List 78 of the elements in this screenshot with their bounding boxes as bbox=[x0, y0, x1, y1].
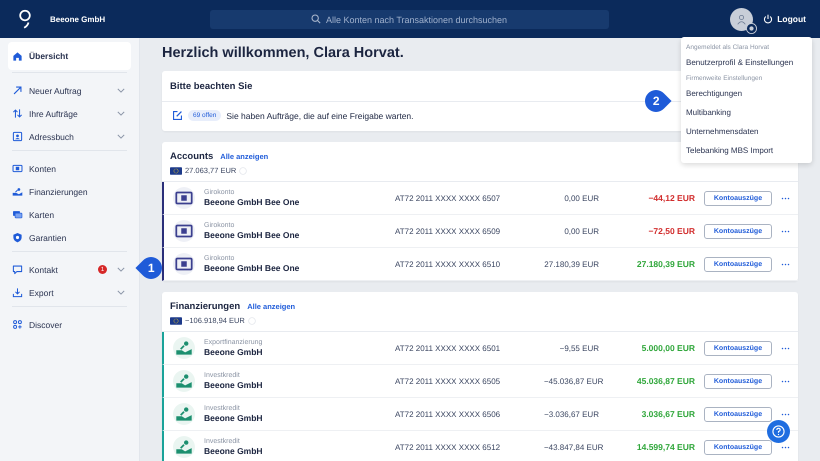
cards-icon bbox=[12, 209, 23, 220]
more-icon[interactable] bbox=[781, 262, 790, 266]
search-icon bbox=[311, 14, 321, 24]
nav-item[interactable]: Ihre Aufträge bbox=[8, 102, 131, 125]
menu-item[interactable]: Telebanking MBS Import bbox=[681, 141, 812, 160]
iban-text: AT72 2011 XXXX XXXX 6509 bbox=[395, 226, 502, 236]
balance-amount: −3.036,67 EUR bbox=[544, 410, 599, 418]
power-icon bbox=[763, 14, 774, 24]
more-icon[interactable] bbox=[781, 230, 790, 232]
more-icon[interactable] bbox=[781, 446, 790, 448]
account-name: Beeone GmbH bbox=[204, 380, 264, 390]
account-name: Beeone GmbH bbox=[204, 446, 264, 456]
logout-button[interactable]: Logout bbox=[763, 14, 806, 24]
iban-text: AT72 2011 XXXX XXXX 6505 bbox=[395, 376, 502, 386]
section-title: Finanzierungen bbox=[170, 301, 240, 312]
shield-icon bbox=[12, 232, 23, 243]
balance-amount: 0,00 EUR bbox=[563, 226, 599, 236]
download-icon bbox=[12, 287, 23, 298]
arrow-icon bbox=[12, 85, 23, 96]
menu-item[interactable]: Benutzerprofil & Einstellungen bbox=[681, 53, 812, 72]
account-name: Beeone GmbH Bee One bbox=[204, 230, 300, 240]
chat-bubble-icon bbox=[12, 264, 23, 275]
nav-item[interactable]: Konten bbox=[8, 157, 131, 180]
edit-icon bbox=[172, 110, 183, 121]
home-icon bbox=[12, 50, 23, 62]
more-icon[interactable] bbox=[781, 412, 790, 416]
iban-text: AT72 2011 XXXX XXXX 6512 bbox=[395, 442, 502, 452]
nav-item[interactable]: Export bbox=[8, 281, 131, 304]
apps-icon bbox=[12, 319, 23, 330]
banknote-icon bbox=[173, 220, 195, 242]
account-name: Beeone GmbH Bee One bbox=[204, 197, 300, 207]
available-amount: 14.599,74 EUR bbox=[636, 442, 695, 452]
available-amount: 45.036,87 EUR bbox=[636, 376, 695, 386]
iban-text: AT72 2011 XXXX XXXX 6506 bbox=[395, 410, 502, 418]
logo-icon bbox=[18, 8, 32, 30]
question-icon bbox=[772, 425, 785, 438]
available-amount: −72,50 EUR bbox=[647, 226, 695, 236]
iban-text: AT72 2011 XXXX XXXX 6510 bbox=[395, 260, 502, 268]
search-field[interactable]: Alle Konten nach Transaktionen durchsuchen bbox=[210, 10, 609, 29]
info-icon bbox=[239, 166, 248, 174]
nav-item[interactable]: Adressbuch bbox=[8, 125, 131, 148]
available-amount: 27.180,39 EUR bbox=[636, 259, 695, 269]
available-amount: −44,12 EUR bbox=[647, 193, 695, 203]
nav-item[interactable]: Discover bbox=[8, 313, 131, 336]
settings-icon bbox=[746, 22, 758, 34]
iban-text: AT72 2011 XXXX XXXX 6501 bbox=[395, 344, 502, 352]
menu-item[interactable]: Multibanking bbox=[681, 103, 812, 122]
more-icon[interactable] bbox=[781, 346, 790, 350]
available-amount: 5.000,00 EUR bbox=[640, 343, 695, 353]
more-icon[interactable] bbox=[781, 380, 790, 382]
account-name: Beeone GmbH Bee One bbox=[204, 263, 300, 273]
nav-item[interactable]: Übersicht bbox=[8, 42, 131, 70]
banknote-icon bbox=[173, 187, 195, 209]
more-icon[interactable] bbox=[781, 196, 790, 200]
balance-amount: 0,00 EUR bbox=[563, 194, 599, 202]
balance-amount: 27.180,39 EUR bbox=[544, 260, 599, 268]
notice-message: Sie haben Aufträge, die auf eine Freigabe warten. bbox=[226, 110, 414, 120]
balance-amount: −9,55 EUR bbox=[558, 344, 599, 352]
iban-text: AT72 2011 XXXX XXXX 6507 bbox=[395, 194, 502, 202]
nav-item[interactable]: Garantien bbox=[8, 226, 131, 249]
nav-item[interactable]: Neuer Auftrag bbox=[8, 79, 131, 102]
menu-item[interactable]: Unternehmensdaten bbox=[681, 122, 812, 141]
eu-flag-icon bbox=[170, 316, 182, 324]
account-name: Beeone GmbH bbox=[204, 413, 264, 423]
available-amount: 3.036,67 EUR bbox=[640, 409, 695, 419]
account-name: Beeone GmbH bbox=[204, 347, 264, 357]
nav-item[interactable]: Karten bbox=[8, 203, 131, 226]
info-icon bbox=[248, 316, 256, 324]
greeting-heading: Herzlich willkommen, Clara Horvat. bbox=[162, 45, 404, 61]
banknote-icon bbox=[12, 163, 23, 174]
company-name: Beeone GmbH bbox=[50, 14, 106, 24]
eu-flag-icon bbox=[170, 166, 182, 174]
contact-card-icon bbox=[12, 131, 23, 142]
nav-item[interactable]: Finanzierungen bbox=[8, 180, 131, 203]
banknote-icon bbox=[173, 253, 195, 275]
arrows-icon bbox=[12, 108, 23, 119]
section-title: Accounts bbox=[170, 151, 214, 162]
person-icon bbox=[736, 14, 748, 24]
